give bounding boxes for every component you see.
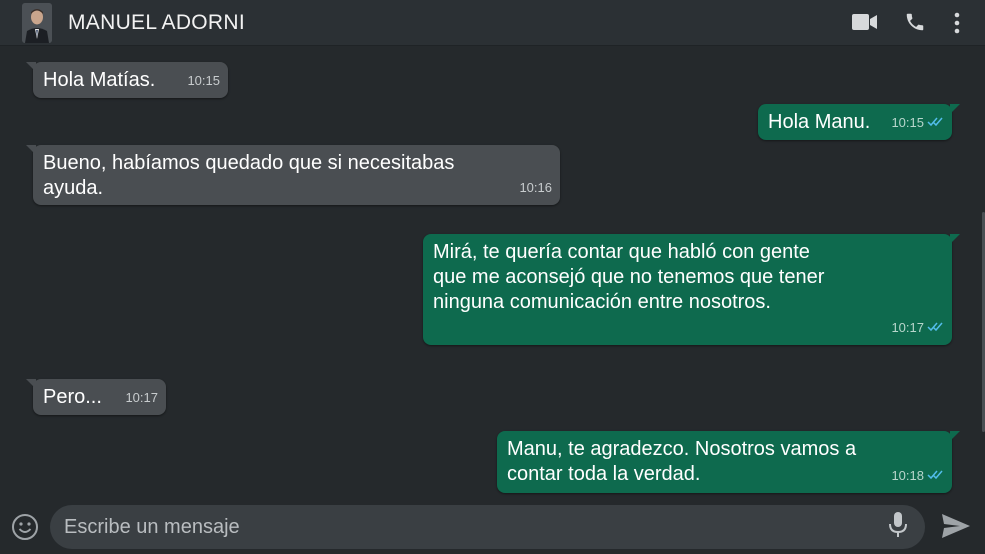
message-time: 10:18 — [891, 468, 924, 483]
message-bubble-outgoing[interactable]: Mirá, te quería contar que habló con gen… — [423, 234, 960, 345]
message-list[interactable]: Hola Matías. 10:15 Hola Manu. 10:15 Buen… — [0, 47, 985, 499]
message-time: 10:16 — [519, 180, 552, 195]
message-meta: 10:15 — [891, 110, 944, 135]
bubble-tail — [950, 431, 960, 441]
read-receipt-icon — [927, 315, 944, 340]
message-text: Mirá, te quería contar que habló con gen… — [433, 241, 825, 313]
contact-name[interactable]: MANUEL ADORNI — [68, 11, 245, 35]
message-text: Manu, te agradezco. Nosotros vamos a con… — [507, 438, 857, 485]
message-meta: 10:18 — [891, 463, 944, 488]
message-meta: 10:16 — [519, 175, 552, 200]
read-receipt-icon — [927, 463, 944, 488]
message-bubble-outgoing[interactable]: Manu, te agradezco. Nosotros vamos a con… — [497, 431, 960, 493]
more-options-icon[interactable] — [953, 12, 961, 34]
message-time: 10:15 — [891, 115, 924, 130]
message-bubble-outgoing[interactable]: Hola Manu. 10:15 — [758, 104, 960, 140]
message-bubble-incoming[interactable]: Pero... 10:17 — [26, 379, 166, 415]
message-meta: 10:17 — [125, 385, 158, 410]
phone-call-icon[interactable] — [904, 11, 926, 33]
message-bubble-incoming[interactable]: Bueno, habíamos quedado que si necesitab… — [26, 145, 560, 205]
bubble-tail — [950, 234, 960, 244]
video-call-icon[interactable] — [852, 13, 878, 31]
emoji-icon[interactable] — [11, 513, 39, 546]
message-input-container[interactable] — [50, 505, 925, 549]
bubble-tail — [26, 379, 36, 389]
bubble-tail — [26, 62, 36, 72]
message-meta: 10:15 — [187, 68, 220, 93]
read-receipt-icon — [927, 110, 944, 135]
message-meta: 10:17 — [891, 315, 944, 340]
message-input[interactable] — [64, 505, 864, 549]
message-time: 10:17 — [125, 390, 158, 405]
bubble-tail — [26, 145, 36, 155]
compose-bar — [0, 500, 985, 554]
microphone-icon[interactable] — [888, 511, 908, 544]
bubble-tail — [950, 104, 960, 114]
send-icon[interactable] — [941, 513, 971, 544]
message-text: Bueno, habíamos quedado que si necesitab… — [43, 152, 455, 199]
avatar[interactable] — [22, 3, 52, 43]
message-time: 10:15 — [187, 73, 220, 88]
chat-header: MANUEL ADORNI — [0, 0, 985, 46]
message-bubble-incoming[interactable]: Hola Matías. 10:15 — [26, 62, 228, 98]
message-time: 10:17 — [891, 320, 924, 335]
